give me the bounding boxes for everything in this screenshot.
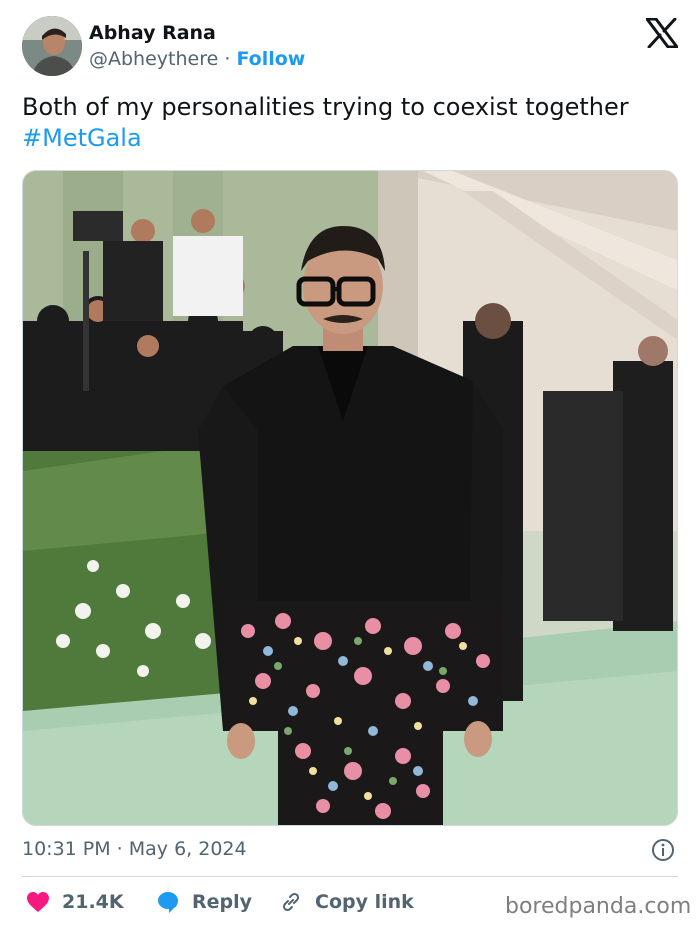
tweet-body: Both of my personalities trying to coexi… <box>22 93 629 121</box>
copy-link-label: Copy link <box>315 891 414 913</box>
follow-button[interactable]: Follow <box>236 48 305 70</box>
heart-icon <box>27 892 49 912</box>
copy-link-button[interactable]: Copy link <box>279 888 414 916</box>
avatar[interactable] <box>22 16 82 76</box>
watermark: boredpanda.com <box>505 894 692 919</box>
like-button[interactable]: 21.4K <box>26 888 124 916</box>
hashtag-link[interactable]: #MetGala <box>22 123 682 154</box>
reply-label: Reply <box>192 891 253 913</box>
tweet-text: Both of my personalities trying to coexi… <box>22 92 682 154</box>
tweet-timestamp[interactable]: 10:31 PM · May 6, 2024 <box>22 838 247 860</box>
author-handle[interactable]: @Abheythere <box>89 48 218 70</box>
tweet-photo[interactable] <box>22 170 678 826</box>
x-logo-icon[interactable] <box>646 18 678 48</box>
reply-button[interactable]: Reply <box>156 888 252 916</box>
like-count: 21.4K <box>62 891 124 913</box>
link-icon <box>282 892 300 912</box>
reply-bubble-icon <box>158 892 178 913</box>
info-icon[interactable] <box>651 838 675 862</box>
divider <box>22 876 678 877</box>
separator: · <box>224 48 231 70</box>
tweet-card: Abhay Rana @Abheythere · Follow Both of … <box>0 0 700 929</box>
author-handle-row: @Abheythere · Follow <box>89 48 305 70</box>
author-name[interactable]: Abhay Rana <box>89 22 216 44</box>
